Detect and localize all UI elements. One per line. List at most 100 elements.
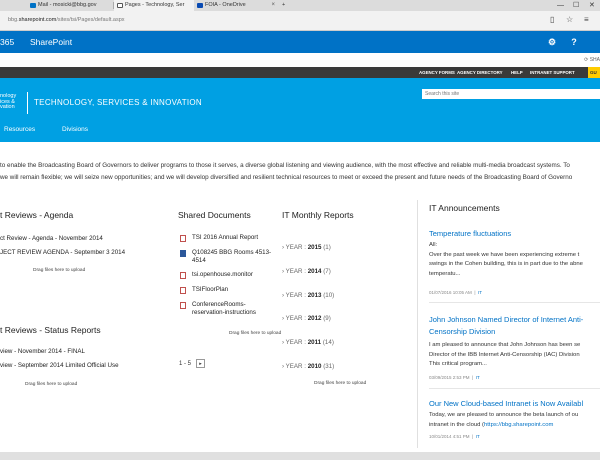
hub-icon[interactable]: ≡ (584, 15, 589, 24)
list-item[interactable]: JECT REVIEW AGENDA - September 3 2014 (0, 249, 125, 256)
favorites-star-icon[interactable]: ☆ (566, 15, 573, 24)
tab-pages[interactable]: Pages - Technology, Ser (114, 0, 194, 11)
tab-label: FOIA - OneDrive (205, 2, 246, 8)
share-button[interactable]: ⟳ SHA (584, 57, 600, 63)
announcement-category[interactable]: IT (476, 375, 480, 380)
site-logo[interactable]: nology ices & vation (0, 93, 26, 111)
document-link[interactable]: TSI 2016 Annual Report (192, 234, 258, 242)
announcement-line: Director of the IBB Internet Anti-Censor… (429, 351, 580, 358)
year-label: YEAR : (285, 268, 306, 275)
close-icon[interactable]: × (271, 0, 275, 11)
chevron-right-icon: › (282, 268, 285, 275)
announcement-line: I am pleased to announce that John Johns… (429, 342, 581, 348)
suite-bar: 365 SharePoint ⚙ ? (0, 31, 600, 53)
site-header: nology ices & vation TECHNOLOGY, SERVICE… (0, 78, 600, 126)
document-link[interactable]: TSIFloorPlan (192, 286, 228, 294)
upload-dropzone[interactable]: Drag files here to upload (229, 331, 281, 336)
search-input[interactable] (422, 89, 600, 99)
doc-line: TSI 2016 Annual Report (192, 234, 259, 241)
site-title[interactable]: TECHNOLOGY, SERVICES & INNOVATION (34, 98, 202, 107)
horizontal-scrollbar[interactable] (0, 452, 600, 460)
list-item[interactable]: ct Review - Agenda - November 2014 (0, 235, 103, 242)
share-icon: ⟳ (584, 57, 589, 63)
year-count: (31) (323, 363, 335, 370)
sharepoint-app-link[interactable]: SharePoint (30, 37, 72, 47)
upload-dropzone[interactable]: Drag files here to upload (33, 268, 85, 273)
list-item[interactable]: view - September 2014 Limited Official U… (0, 362, 119, 369)
document-link[interactable]: Q108245 BBG Rooms 4513- 4514 (192, 249, 271, 265)
chevron-right-icon: › (282, 339, 285, 346)
year-value: 2012 (307, 315, 322, 322)
url-prefix: bbg. (8, 17, 19, 23)
year-count: (10) (323, 292, 335, 299)
announcement-category[interactable]: IT (478, 290, 482, 295)
word-icon (180, 250, 186, 257)
announcement-body: I am pleased to announce that John Johns… (429, 341, 600, 370)
pager-range: 1 - 5 (179, 361, 192, 367)
nav-agency-forms[interactable]: AGENCY FORMS (419, 70, 455, 75)
announcement-text: intranet in the cloud ( (429, 421, 485, 428)
browser-tab-bar: Mail - mosicki@bbg.gov Pages - Technolog… (0, 0, 600, 11)
upload-dropzone[interactable]: Drag files here to upload (25, 382, 77, 387)
year-count: (1) (323, 244, 331, 251)
nav-agency-directory[interactable]: AGENCY DIRECTORY (457, 70, 503, 75)
mission-statement: to enable the Broadcasting Board of Gove… (0, 160, 600, 184)
pager-next-button[interactable]: ▸ (196, 359, 205, 368)
year-group-2011[interactable]: › YEAR : 2011 (14) (282, 339, 334, 346)
maximize-icon[interactable]: ☐ (573, 0, 579, 11)
announcement-title[interactable]: Our New Cloud-based Intranet is Now Avai… (429, 399, 583, 408)
year-label: YEAR : (285, 363, 306, 370)
nav-help[interactable]: HELP (511, 70, 523, 75)
monthly-reports-title[interactable]: IT Monthly Reports (282, 210, 354, 220)
address-bar[interactable]: bbg.sharepoint.com/sites/tsi/Pages/defau… (0, 11, 600, 31)
intranet-link[interactable]: https://bbg.sharepoint.com (484, 422, 553, 428)
nav-divisions[interactable]: Divisions (62, 126, 88, 133)
pdf-icon (180, 287, 186, 294)
year-group-2014[interactable]: › YEAR : 2014 (7) (282, 268, 331, 275)
upload-dropzone[interactable]: Drag files here to upload (314, 381, 366, 386)
window-close-icon[interactable]: ✕ (589, 0, 595, 11)
list-item[interactable]: view - November 2014 - FINAL (0, 348, 85, 355)
announcement-line: This critical program... (429, 361, 487, 367)
nav-resources[interactable]: Resources (4, 126, 35, 133)
logo-divider (27, 92, 28, 114)
gear-icon[interactable]: ⚙ (542, 31, 562, 53)
logo-line: vation (0, 104, 15, 110)
announcements-title[interactable]: IT Announcements (429, 203, 500, 213)
minimize-icon[interactable]: — (557, 0, 564, 11)
announcement-line: Over the past week we have been experien… (429, 251, 580, 258)
pdf-icon (180, 272, 186, 279)
tab-foia[interactable]: FOIA - OneDrive × (194, 0, 278, 11)
tab-label: Mail - mosicki@bbg.gov (38, 2, 97, 8)
year-count: (9) (323, 315, 331, 322)
announcement-category[interactable]: IT (476, 434, 480, 439)
announcement-date: 03/09/2015 2:53 PM (429, 375, 470, 380)
year-label: YEAR : (285, 244, 306, 251)
year-group-2015[interactable]: › YEAR : 2015 (1) (282, 244, 331, 251)
announcement-title[interactable]: Temperature fluctuations (429, 229, 511, 238)
project-agenda-title[interactable]: t Reviews - Agenda (0, 210, 73, 220)
year-value: 2013 (307, 292, 322, 299)
doc-line: reservation-instructions (192, 309, 256, 316)
tab-mail[interactable]: Mail - mosicki@bbg.gov (27, 0, 113, 11)
column-divider (417, 200, 418, 448)
document-link[interactable]: tsi.openhouse.monitor (192, 271, 253, 279)
announcement-title-line: Censorship Division (429, 327, 496, 336)
shared-documents-title[interactable]: Shared Documents (178, 210, 251, 220)
nav-intranet-support[interactable]: INTRANET SUPPORT (530, 70, 575, 75)
year-group-2013[interactable]: › YEAR : 2013 (10) (282, 292, 334, 299)
year-group-2010[interactable]: › YEAR : 2010 (31) (282, 363, 334, 370)
announcement-meta: 03/09/2015 2:53 PM | IT (429, 375, 480, 380)
document-link[interactable]: ConferenceRooms-reservation-instructions (192, 301, 256, 317)
office365-brand[interactable]: 365 (0, 37, 14, 47)
announcement-title[interactable]: John Johnson Named Director of Internet … (429, 314, 583, 338)
new-tab-button[interactable]: + (278, 0, 292, 11)
help-button[interactable]: ? (564, 31, 584, 53)
doc-line: Q108245 BBG Rooms 4513- (192, 249, 272, 256)
project-status-title[interactable]: t Reviews - Status Reports (0, 325, 101, 335)
nav-yellow-button[interactable]: GU (588, 67, 600, 78)
year-group-2012[interactable]: › YEAR : 2012 (9) (282, 315, 331, 322)
reading-view-icon[interactable]: ▯ (550, 15, 554, 24)
doc-line: TSIFloorPlan (192, 286, 229, 293)
url-text[interactable]: bbg.sharepoint.com/sites/tsi/Pages/defau… (8, 17, 125, 23)
